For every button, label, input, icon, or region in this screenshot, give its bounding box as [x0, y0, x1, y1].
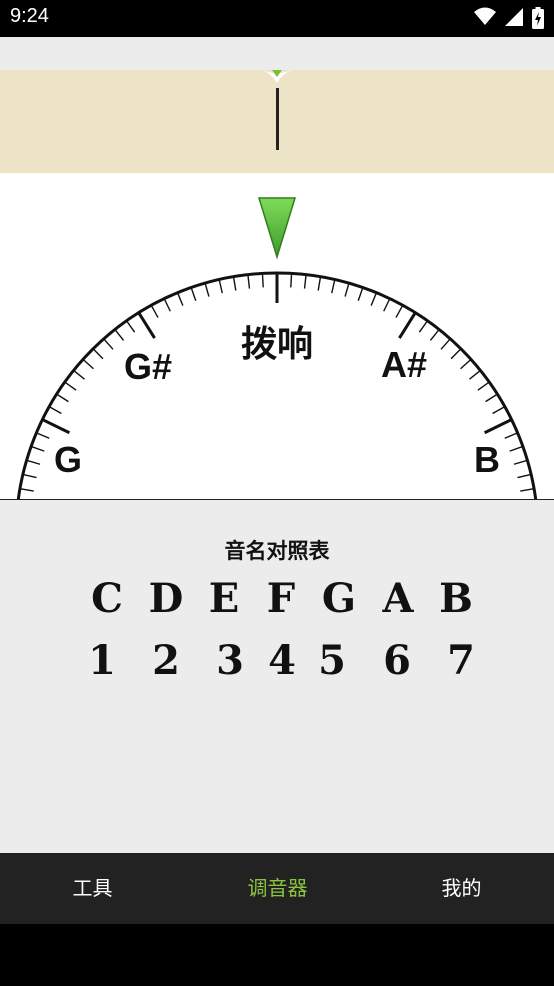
dial-major-tick — [41, 418, 71, 435]
dial-minor-tick — [520, 487, 535, 492]
note-name: D — [148, 575, 184, 622]
nav-tuner[interactable]: 调音器 — [185, 853, 370, 924]
note-name: C — [91, 575, 123, 622]
note-reference-panel: 音名对照表 C D E F G A B 1 2 3 4 5 6 7 — [0, 500, 554, 853]
dial-minor-tick — [317, 276, 322, 291]
system-nav-bar — [0, 924, 554, 986]
dial-minor-tick — [19, 487, 34, 492]
dial-minor-tick — [190, 287, 197, 301]
note-number: 3 — [216, 637, 244, 684]
wifi-icon — [473, 7, 496, 25]
status-bar: 9:24 — [0, 0, 554, 37]
dial-minor-tick — [517, 473, 532, 479]
dial-minor-tick — [261, 273, 264, 288]
nav-mine[interactable]: 我的 — [369, 853, 554, 924]
top-strip — [0, 37, 554, 70]
dial-minor-tick — [383, 298, 391, 312]
dial-minor-tick — [30, 445, 45, 452]
dial-minor-tick — [163, 298, 171, 312]
dial-minor-tick — [176, 292, 184, 306]
note-number: 1 — [88, 637, 116, 684]
note-name: E — [208, 575, 240, 622]
battery-charging-icon — [532, 7, 544, 29]
dial-minor-tick — [504, 432, 518, 439]
bottom-nav: 工具 调音器 我的 — [0, 853, 554, 924]
note-name: F — [266, 575, 296, 622]
note-number: 5 — [318, 637, 346, 684]
dial-minor-tick — [247, 274, 251, 289]
dial-minor-tick — [218, 279, 223, 294]
dial-minor-tick — [56, 393, 69, 403]
note-label-b: B — [474, 439, 500, 480]
note-number: 6 — [383, 637, 411, 684]
meter-marker-icon — [262, 70, 292, 83]
note-name-row: C D E F G A B — [74, 579, 484, 629]
note-name: A — [382, 575, 414, 622]
dial-minor-tick — [344, 282, 350, 297]
dial-minor-tick — [492, 406, 506, 415]
note-number: 2 — [152, 637, 180, 684]
reference-title: 音名对照表 — [224, 539, 330, 563]
dial-major-tick — [483, 418, 513, 435]
nav-tools-label: 工具 — [72, 876, 113, 900]
dial-minor-tick — [22, 473, 37, 479]
dial-minor-tick — [36, 432, 50, 439]
note-name: G — [321, 575, 357, 622]
dial-minor-tick — [303, 274, 307, 289]
dial-minor-tick — [64, 381, 77, 391]
note-number-row: 1 2 3 4 5 6 7 — [74, 641, 484, 691]
nav-mine-label: 我的 — [441, 876, 482, 900]
dial-minor-tick — [469, 369, 481, 380]
nav-tools[interactable]: 工具 — [0, 853, 185, 924]
dial-minor-tick — [357, 287, 364, 301]
status-time: 9:24 — [10, 5, 49, 27]
dial-minor-tick — [204, 282, 210, 297]
dial-minor-tick — [26, 459, 41, 465]
status-icons — [470, 7, 544, 31]
dial-minor-tick — [370, 292, 378, 306]
note-label-g: G — [54, 439, 83, 480]
dial-minor-tick — [290, 273, 293, 288]
dial-minor-tick — [509, 445, 524, 452]
dial-arc — [16, 271, 538, 500]
note-name: B — [439, 575, 473, 622]
dial-minor-tick — [331, 279, 336, 294]
dial-minor-tick — [477, 381, 490, 391]
dial-minor-tick — [232, 276, 237, 291]
tuner-dial: G G# A# B 拨响 — [0, 173, 554, 500]
signal-icon — [504, 8, 523, 26]
nav-tuner-label: 调音器 — [247, 876, 308, 900]
dial-minor-tick — [485, 393, 498, 403]
tuner-status-text: 拨响 — [240, 324, 313, 365]
dial-minor-tick — [73, 369, 85, 380]
pitch-pointer-icon — [257, 197, 297, 260]
note-number: 7 — [447, 637, 475, 684]
dial-minor-tick — [513, 459, 528, 465]
dial-minor-tick — [48, 406, 62, 415]
meter-needle — [276, 88, 279, 150]
